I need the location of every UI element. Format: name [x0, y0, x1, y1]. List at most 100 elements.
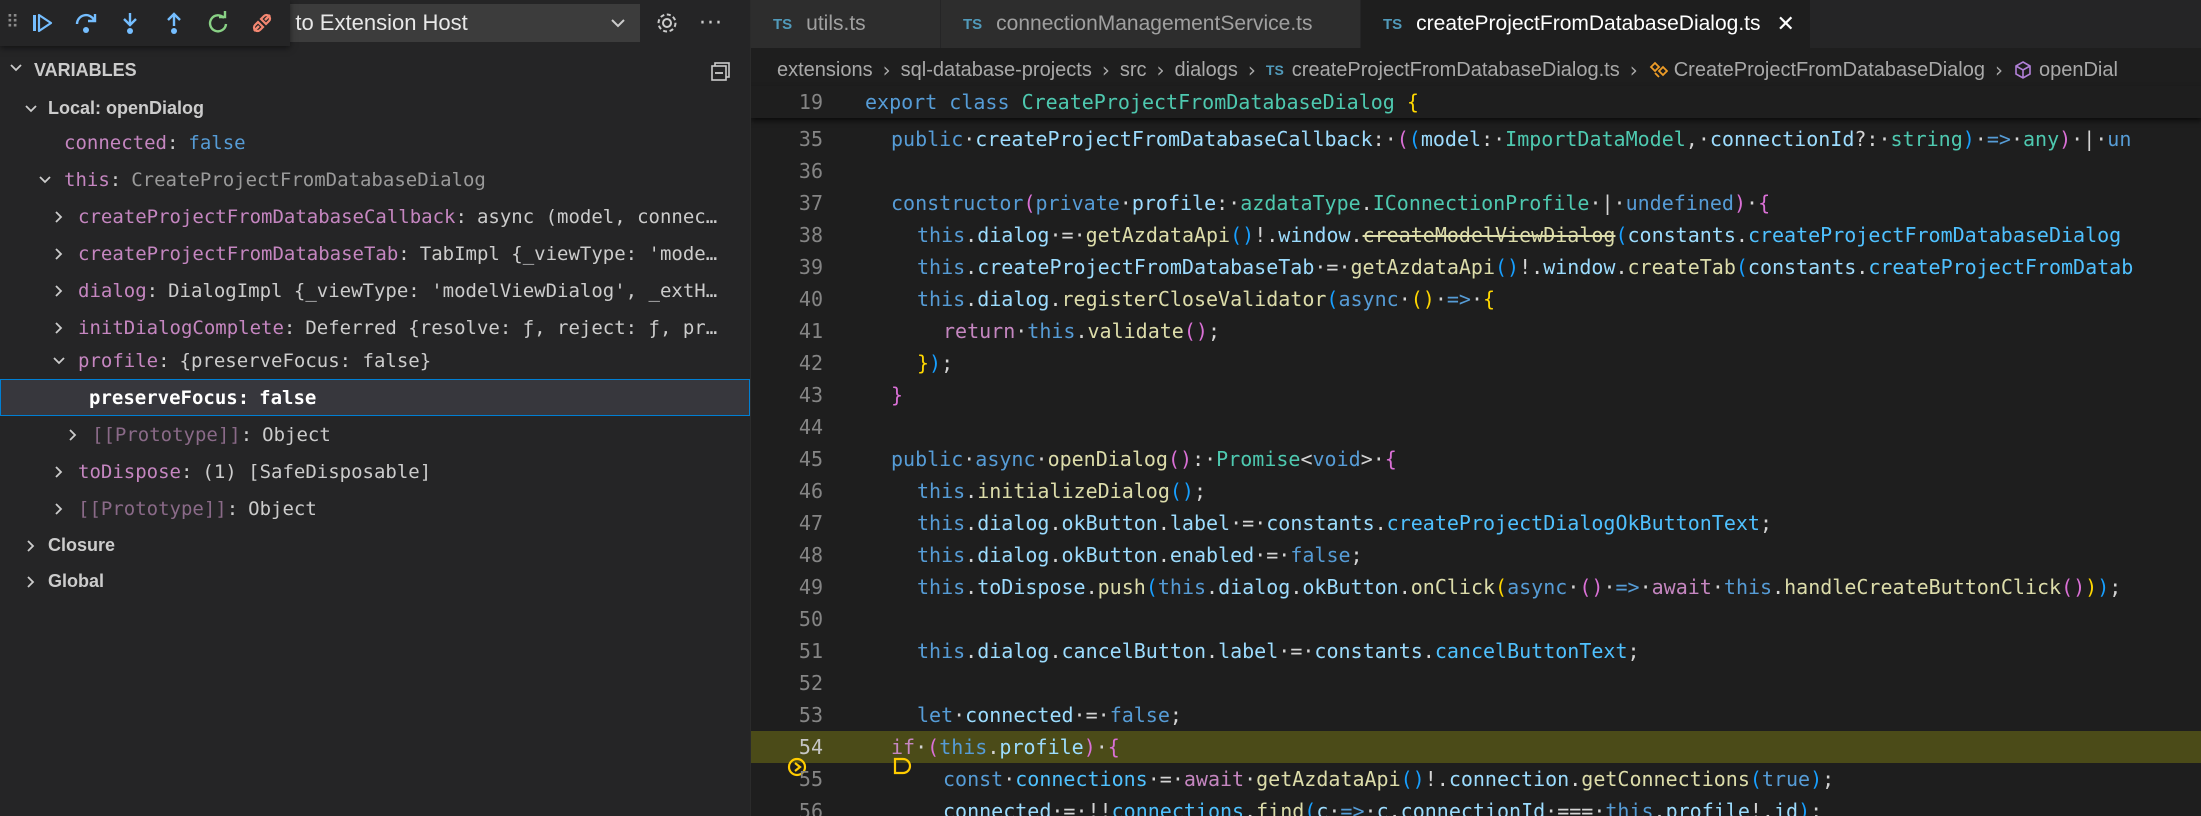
chevron-right-icon: [50, 500, 68, 518]
more-actions-icon[interactable]: ···: [694, 8, 728, 38]
variable-row[interactable]: connected: false: [0, 124, 750, 161]
gear-icon[interactable]: [652, 8, 682, 38]
line-code: constructor(private·profile:·azdataType.…: [891, 191, 1771, 215]
drag-handle-icon[interactable]: ⠿: [6, 14, 20, 32]
code-line: 49 this.toDispose.push(this.dialog.okBut…: [751, 571, 2201, 603]
scope-global[interactable]: Global: [0, 563, 750, 600]
variable-value: (1) [SafeDisposable]: [202, 460, 432, 483]
chevron-right-icon: [50, 208, 68, 226]
code-line: 56 connected·=·!!connections.find(c·=>·c…: [751, 795, 2201, 816]
line-code: }: [891, 383, 904, 407]
chevron-right-icon: [22, 537, 40, 555]
scope-closure[interactable]: Closure: [0, 527, 750, 564]
tab-label: connectionManagementService.ts: [996, 12, 1313, 35]
chevron-right-icon: ›: [882, 58, 891, 82]
editor-tabs: TS utils.ts TS connectionManagementServi…: [751, 0, 2201, 48]
variable-value: {preserveFocus: false}: [179, 349, 432, 372]
breadcrumb-file[interactable]: createProjectFromDatabaseDialog.ts: [1292, 59, 1620, 82]
code-line: 40 this.dialog.registerCloseValidator(as…: [751, 283, 2201, 315]
line-code: let·connected·=·false;: [917, 703, 1182, 727]
variable-row[interactable]: [[Prototype]]: Object: [0, 416, 750, 453]
code-line: 35 public·createProjectFromDatabaseCallb…: [751, 123, 2201, 155]
continue-icon[interactable]: [20, 0, 64, 46]
breadcrumb-item[interactable]: sql-database-projects: [901, 59, 1092, 82]
line-code: this.toDispose.push(this.dialog.okButton…: [917, 575, 2122, 599]
launch-config-select[interactable]: n to Extension Host: [270, 4, 640, 42]
variable-row[interactable]: [[Prototype]]: Object: [0, 490, 750, 527]
code-line: 52: [751, 667, 2201, 699]
line-code: if·(this.profile)·{: [891, 735, 1120, 759]
variables-title: VARIABLES: [34, 59, 137, 80]
line-number: 51: [798, 639, 823, 663]
scope-local[interactable]: Local: openDialog: [0, 90, 750, 127]
tab-connection-management-service[interactable]: TS connectionManagementService.ts: [941, 0, 1361, 48]
variable-value: Deferred {resolve: ƒ, reject: ƒ, pr…: [305, 316, 718, 339]
chevron-right-icon: [50, 463, 68, 481]
chevron-right-icon: ›: [1629, 58, 1638, 82]
variable-value: DialogImpl {_viewType: 'modelViewDialog'…: [168, 279, 718, 302]
variable-name: toDispose: [78, 460, 181, 483]
line-number: 52: [798, 671, 823, 695]
tab-utils[interactable]: TS utils.ts: [751, 0, 941, 48]
breadcrumb-item[interactable]: dialogs: [1175, 59, 1238, 82]
close-icon[interactable]: ✕: [1777, 12, 1795, 37]
line-number: 56: [798, 799, 823, 816]
chevron-right-icon: [22, 573, 40, 591]
variable-row-selected[interactable]: preserveFocus: false: [0, 379, 750, 416]
variable-row[interactable]: toDispose: (1) [SafeDisposable]: [0, 453, 750, 490]
variables-section-header[interactable]: VARIABLES: [0, 54, 750, 86]
line-number: 38: [798, 223, 823, 247]
variable-name: dialog: [78, 279, 147, 302]
code-line: 37 constructor(private·profile:·azdataTy…: [751, 187, 2201, 219]
code-line: 46 this.initializeDialog();: [751, 475, 2201, 507]
variable-row[interactable]: this: CreateProjectFromDatabaseDialog: [0, 161, 750, 198]
variable-row[interactable]: profile: {preserveFocus: false}: [0, 342, 750, 379]
debug-sidebar: ⠿ n to Extension Host ··· VARIABLES Loca…: [0, 0, 750, 816]
step-out-icon[interactable]: [152, 0, 196, 46]
line-code: export class CreateProjectFromDatabaseDi…: [865, 90, 1419, 114]
variable-name: profile: [78, 349, 159, 372]
breadcrumb-class[interactable]: CreateProjectFromDatabaseDialog: [1674, 59, 1985, 82]
disconnect-icon[interactable]: [240, 0, 284, 46]
code-line: 48 this.dialog.okButton.enabled·=·false;: [751, 539, 2201, 571]
chevron-down-icon: [8, 60, 26, 80]
sticky-scroll[interactable]: 19 export class CreateProjectFromDatabas…: [751, 86, 2201, 118]
code-line: 51 this.dialog.cancelButton.label·=·cons…: [751, 635, 2201, 667]
breadcrumb-item[interactable]: src: [1120, 59, 1147, 82]
scope-label: Global: [48, 571, 105, 591]
variable-name: initDialogComplete: [78, 316, 284, 339]
line-number: 37: [798, 191, 823, 215]
code-line: 39 this.createProjectFromDatabaseTab·=·g…: [751, 251, 2201, 283]
class-icon: [1648, 60, 1668, 80]
breadcrumb-method[interactable]: openDial: [2039, 59, 2118, 82]
scope-label: Closure: [48, 535, 116, 555]
scope-label: Local: openDialog: [48, 98, 205, 118]
line-number: 42: [798, 351, 823, 375]
variable-row[interactable]: createProjectFromDatabaseTab: TabImpl {_…: [0, 235, 750, 272]
chevron-right-icon: [64, 426, 82, 444]
variable-name: [[Prototype]]: [78, 497, 227, 520]
line-code: return·this.validate();: [943, 319, 1220, 343]
line-code: connected·=·!!connections.find(c·=>·c.co…: [943, 799, 1823, 816]
variable-row[interactable]: dialog: DialogImpl {_viewType: 'modelVie…: [0, 272, 750, 309]
line-code: this.dialog.okButton.enabled·=·false;: [917, 543, 1363, 567]
tab-create-project-from-database-dialog[interactable]: TS createProjectFromDatabaseDialog.ts ✕: [1361, 0, 1811, 48]
line-number: 39: [798, 255, 823, 279]
variable-value: false: [188, 131, 246, 154]
restart-icon[interactable]: [196, 0, 240, 46]
step-over-icon[interactable]: [64, 0, 108, 46]
variable-row[interactable]: initDialogComplete: Deferred {resolve: ƒ…: [0, 309, 750, 346]
tab-label: utils.ts: [806, 12, 866, 35]
variable-name: createProjectFromDatabaseTab: [78, 242, 399, 265]
line-code: this.createProjectFromDatabaseTab·=·getA…: [917, 255, 2134, 279]
variable-row[interactable]: createProjectFromDatabaseCallback: async…: [0, 198, 750, 235]
line-number: 41: [798, 319, 823, 343]
collapse-all-icon[interactable]: [710, 60, 732, 86]
variable-name: this: [64, 168, 110, 191]
breadcrumb-item[interactable]: extensions: [777, 59, 873, 82]
line-number: 54: [798, 735, 823, 759]
line-code: this.dialog.okButton.label·=·constants.c…: [917, 511, 1772, 535]
line-code: this.dialog.cancelButton.label·=·constan…: [917, 639, 1640, 663]
line-number: 35: [798, 127, 823, 151]
step-into-icon[interactable]: [108, 0, 152, 46]
